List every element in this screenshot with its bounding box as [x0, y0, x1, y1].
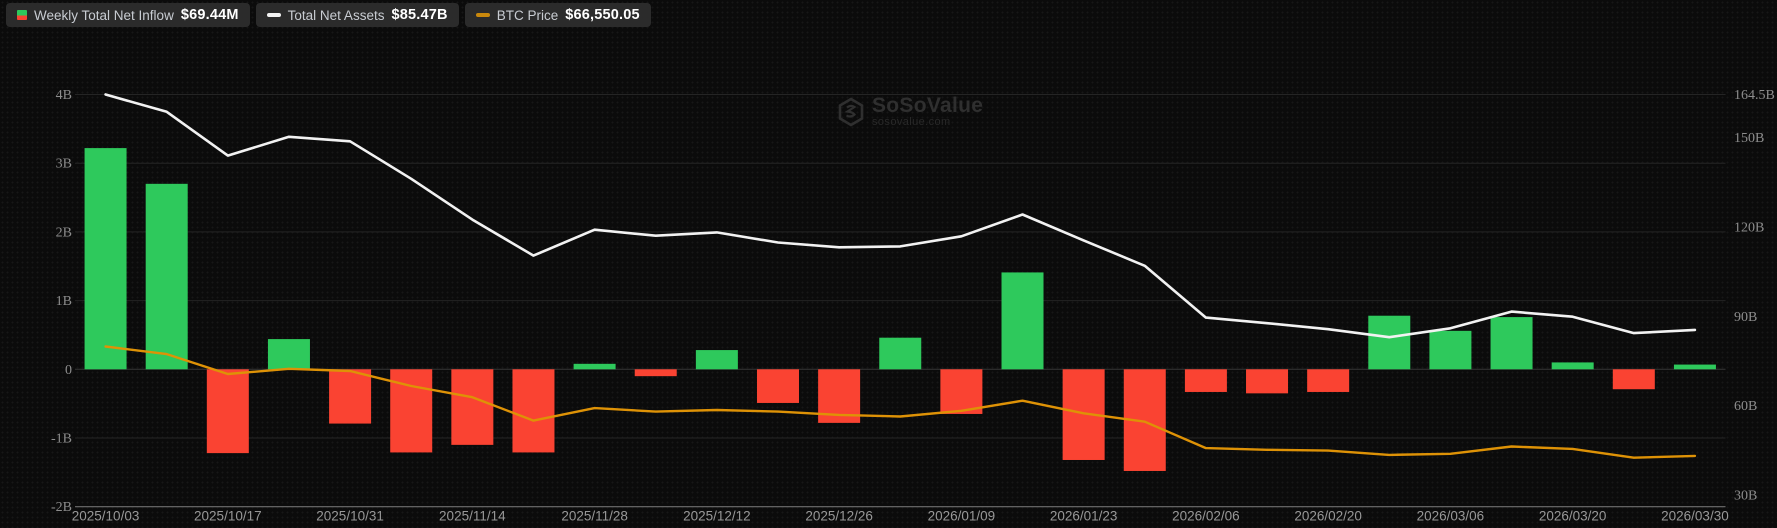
right-axis-labels: 164.5B 150B 120B 90B 60B 30B	[1734, 88, 1775, 504]
x-axis-date-label: 2026/01/23	[1050, 509, 1118, 524]
right-axis-tick-label: 30B	[1734, 489, 1757, 504]
left-axis-tick-label: 3B	[56, 157, 72, 172]
inflow-bar[interactable]	[1429, 331, 1471, 369]
legend-chip-btc-price[interactable]: BTC Price $66,550.05	[465, 3, 651, 27]
left-axis-tick-label: -1B	[51, 432, 72, 447]
legend-bar: Weekly Total Net Inflow $69.44M Total Ne…	[6, 3, 651, 27]
right-axis-tick-label: 120B	[1734, 221, 1764, 236]
inflow-bar[interactable]	[1674, 365, 1716, 370]
legend-value-weekly-net-inflow: $69.44M	[181, 7, 239, 23]
legend-chip-weekly-net-inflow[interactable]: Weekly Total Net Inflow $69.44M	[6, 3, 250, 27]
x-axis-date-label: 2025/10/17	[194, 509, 262, 524]
inflow-bar[interactable]	[757, 369, 799, 403]
legend-label-total-net-assets: Total Net Assets	[288, 8, 385, 23]
x-axis-date-label: 2026/03/06	[1417, 509, 1485, 524]
left-axis-tick-label: 0	[65, 363, 72, 378]
x-axis-date-label: 2025/12/26	[805, 509, 873, 524]
inflow-bar[interactable]	[574, 364, 616, 369]
inflow-bar[interactable]	[329, 369, 371, 423]
left-axis-tick-label: 1B	[56, 294, 72, 309]
legend-chip-total-net-assets[interactable]: Total Net Assets $85.47B	[256, 3, 459, 27]
x-axis-date-label: 2026/02/20	[1294, 509, 1362, 524]
x-axis-date-labels: 2025/10/03 2025/10/17 2025/10/31 2025/11/14…	[72, 509, 1729, 524]
white-dash-icon	[267, 13, 281, 17]
legend-label-weekly-net-inflow: Weekly Total Net Inflow	[34, 8, 174, 23]
inflow-bar[interactable]	[1307, 369, 1349, 392]
inflow-bar[interactable]	[451, 369, 493, 445]
x-axis-date-label: 2025/10/03	[72, 509, 140, 524]
inflow-bar[interactable]	[268, 339, 310, 369]
legend-label-btc-price: BTC Price	[497, 8, 559, 23]
left-axis-tick-label: -2B	[51, 500, 72, 515]
inflow-bar[interactable]	[635, 369, 677, 376]
left-axis-tick-label: 2B	[56, 225, 72, 240]
inflow-bar[interactable]	[1368, 316, 1410, 370]
right-axis-tick-label: 150B	[1734, 131, 1764, 146]
inflow-bar[interactable]	[146, 184, 188, 369]
etf-weekly-flow-chart: Weekly Total Net Inflow $69.44M Total Ne…	[0, 0, 1777, 528]
left-axis-tick-label: 4B	[56, 88, 72, 103]
x-axis-date-label: 2025/11/14	[439, 509, 506, 524]
legend-value-total-net-assets: $85.47B	[391, 7, 447, 23]
x-axis-date-label: 2025/10/31	[316, 509, 384, 524]
inflow-bar[interactable]	[879, 338, 921, 370]
inflow-bar[interactable]	[1491, 317, 1533, 369]
inflow-bar[interactable]	[1246, 369, 1288, 393]
chart-canvas[interactable]: 4B 3B 2B 1B 0 -1B -2B 164.5B 150B 120B 90B 60B 30B 20…	[0, 0, 1777, 528]
inflow-bar[interactable]	[512, 369, 554, 452]
x-axis-date-label: 2025/11/28	[561, 509, 628, 524]
inflow-bar[interactable]	[85, 148, 127, 369]
x-axis-date-label: 2026/03/30	[1661, 509, 1729, 524]
inflow-bar[interactable]	[696, 350, 738, 369]
x-axis-date-label: 2026/02/06	[1172, 509, 1240, 524]
inflow-split-square-icon	[17, 10, 27, 20]
right-axis-tick-label: 60B	[1734, 399, 1757, 414]
x-axis-date-label: 2026/01/09	[928, 509, 996, 524]
x-axis-date-label: 2025/12/12	[683, 509, 751, 524]
inflow-bar[interactable]	[207, 369, 249, 453]
right-axis-tick-label: 90B	[1734, 310, 1757, 325]
inflow-bar[interactable]	[1552, 362, 1594, 369]
inflow-bar[interactable]	[1613, 369, 1655, 389]
x-axis-date-label: 2026/03/20	[1539, 509, 1607, 524]
inflow-bar[interactable]	[1002, 272, 1044, 369]
legend-value-btc-price: $66,550.05	[565, 7, 640, 23]
weekly-net-inflow-bars	[85, 148, 1716, 471]
orange-dash-icon	[476, 13, 490, 17]
inflow-bar[interactable]	[1185, 369, 1227, 392]
right-axis-tick-label: 164.5B	[1734, 88, 1775, 103]
